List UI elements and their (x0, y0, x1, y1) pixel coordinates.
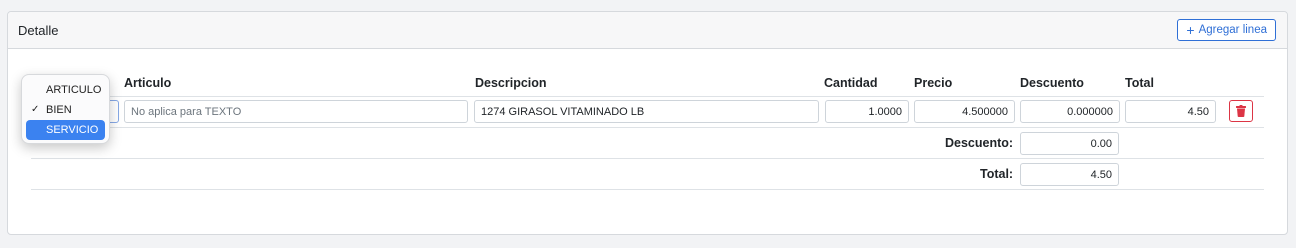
delete-line-button[interactable] (1229, 100, 1253, 122)
row-divider (31, 158, 1264, 159)
summary-descuento-value: 0.00 (1090, 137, 1112, 150)
cantidad-input[interactable]: 1.0000 (825, 100, 909, 123)
checkmark-icon: ✓ (31, 104, 40, 115)
summary-descuento-label: Descuento: (945, 136, 1014, 150)
card-header: Detalle + Agregar linea (8, 12, 1287, 49)
cantidad-value: 1.0000 (868, 105, 902, 118)
dropdown-option-bien[interactable]: ✓ BIEN (26, 100, 105, 120)
summary-total-label: Total: (980, 167, 1014, 181)
col-header-precio: Precio (914, 76, 953, 90)
total-input[interactable]: 4.50 (1125, 100, 1216, 123)
add-line-label: Agregar linea (1198, 24, 1267, 36)
dropdown-option-articulo[interactable]: ARTICULO (26, 80, 105, 100)
dropdown-option-servicio[interactable]: SERVICIO (26, 120, 105, 140)
trash-icon (1236, 105, 1246, 117)
col-header-descripcion: Descripcion (475, 76, 547, 90)
descuento-input[interactable]: 0.000000 (1020, 100, 1120, 123)
descuento-value: 0.000000 (1067, 105, 1113, 118)
dropdown-option-label: ARTICULO (46, 84, 102, 96)
add-line-button[interactable]: + Agregar linea (1177, 19, 1276, 41)
type-dropdown-menu: ARTICULO ✓ BIEN SERVICIO (21, 74, 110, 144)
articulo-placeholder: No aplica para TEXTO (131, 105, 242, 118)
precio-input[interactable]: 4.500000 (914, 100, 1015, 123)
descripcion-value: 1274 GIRASOL VITAMINADO LB (481, 105, 645, 118)
dropdown-option-label: BIEN (46, 104, 72, 116)
summary-descuento-input[interactable]: 0.00 (1020, 132, 1119, 155)
row-divider (31, 189, 1264, 190)
plus-icon: + (1186, 21, 1195, 38)
articulo-input[interactable]: No aplica para TEXTO (124, 100, 468, 123)
card-title: Detalle (18, 23, 59, 38)
total-value: 4.50 (1187, 105, 1209, 118)
summary-total-input[interactable]: 4.50 (1020, 163, 1119, 186)
detalle-card: Detalle + Agregar linea (7, 11, 1288, 235)
col-header-articulo: Articulo (124, 76, 172, 90)
precio-value: 4.500000 (962, 105, 1008, 118)
dropdown-option-label: SERVICIO (46, 124, 99, 136)
col-header-cantidad: Cantidad (824, 76, 878, 90)
col-header-total: Total (1125, 76, 1154, 90)
col-header-descuento: Descuento (1020, 76, 1084, 90)
summary-total-value: 4.50 (1090, 168, 1112, 181)
descripcion-input[interactable]: 1274 GIRASOL VITAMINADO LB (474, 100, 819, 123)
row-divider (31, 127, 1264, 128)
row-divider (31, 96, 1264, 97)
